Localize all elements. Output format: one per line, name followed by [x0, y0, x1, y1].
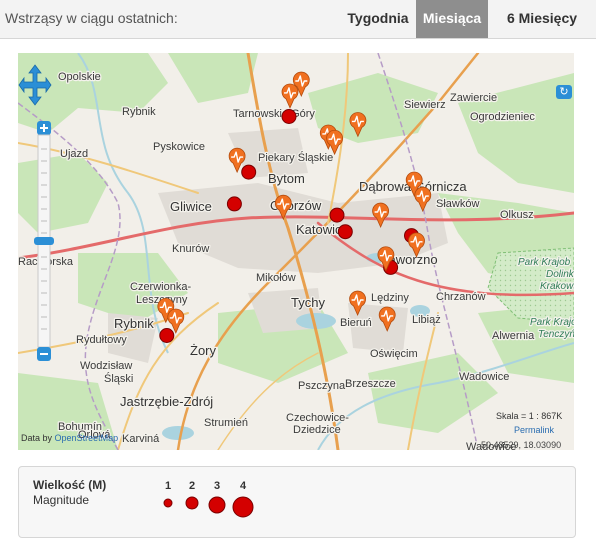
quake-circle-2[interactable] [241, 164, 257, 180]
place-brzeszcze: Brzeszcze [345, 378, 396, 390]
place-karvina: Karviná [122, 433, 160, 445]
period-header: Wstrząsy w ciągu ostatnich: Tygodnia Mie… [0, 0, 596, 39]
place-rydultowy: Rydułtowy [76, 334, 127, 346]
quake-circle-5[interactable] [337, 224, 353, 240]
place-gliwice: Gliwice [170, 199, 212, 214]
tab-6-months[interactable]: 6 Miesięcy [488, 0, 596, 38]
legend-scale: 1 2 3 4 [163, 480, 254, 518]
osm-link[interactable]: OpenStreetMap [55, 433, 119, 443]
place-bierun: Bieruń [340, 317, 372, 329]
quake-circle-8[interactable] [159, 328, 175, 343]
place-mikolow: Mikołów [256, 272, 296, 284]
legend-circle-2 [185, 496, 199, 510]
place-piekary: Piekary Śląskie [258, 151, 333, 164]
place-libiaz: Libiąż [412, 314, 441, 326]
permalink-link[interactable]: Permalink [514, 425, 554, 435]
place-siewierz: Siewierz [404, 99, 446, 111]
quake-circle-3[interactable] [226, 196, 242, 212]
place-alwernia: Alwernia [492, 330, 535, 342]
period-label: Wstrząsy w ciągu ostatnich: [5, 10, 178, 26]
place-knurow: Knurów [172, 243, 209, 255]
legend-circle-4 [232, 496, 254, 518]
place-krakowskie: Krakowskie [540, 281, 574, 292]
place-rybnik: Rybnik [114, 316, 154, 331]
place-czechowice: Czechowice- [286, 412, 349, 424]
place-strumien: Strumień [204, 417, 248, 429]
place-tenczynski: Tenczyński [538, 329, 574, 340]
tab-month[interactable]: Miesiąca [416, 0, 488, 38]
place-tychy: Tychy [291, 295, 325, 310]
quake-circle-4[interactable] [329, 207, 345, 223]
legend-circle-3 [208, 496, 226, 514]
legend-subtitle: Magnitude [33, 493, 90, 507]
quake-circle-1[interactable] [281, 109, 297, 124]
place-zawiercie: Zawiercie [450, 92, 497, 104]
place-park-krajob: Park Krajob [518, 257, 571, 268]
place-jastrzebie: Jastrzębie-Zdrój [120, 394, 213, 409]
legend-level-4: 4 [240, 480, 247, 492]
place-park-krajob-2: Park Krajob [530, 317, 574, 328]
place-olkusz: Olkusz [500, 209, 534, 221]
place-ujazd: Ujazd [60, 148, 88, 160]
place-wodzislaw-2: Śląski [104, 372, 133, 385]
place-bytom: Bytom [268, 171, 305, 186]
place-pyskowice: Pyskowice [153, 141, 205, 153]
refresh-icon[interactable]: ↻ [556, 85, 572, 99]
magnitude-legend: Wielkość (M) Magnitude 1 2 3 4 [18, 466, 576, 538]
place-ledziny: Lędziny [371, 292, 409, 304]
place-wadowice-area: Wadowice [459, 371, 509, 383]
zoom-slider-handle[interactable] [34, 237, 54, 245]
place-chrzanow: Chrzanów [436, 291, 486, 303]
legend-level-1: 1 [165, 480, 171, 492]
place-oswiecim: Oświęcim [370, 348, 418, 360]
place-dziedzice: Dziedzice [293, 424, 341, 436]
legend-circle-1 [163, 498, 173, 508]
place-zory: Żory [190, 343, 217, 358]
place-wodzislaw: Wodzisław [80, 360, 132, 372]
pan-arrows-icon[interactable] [18, 63, 52, 107]
map-attribution: Data by OpenStreetMap [21, 433, 118, 443]
zoom-control[interactable] [34, 121, 54, 361]
place-rybnik-county: Rybnik [122, 106, 156, 118]
legend-title: Wielkość (M) [33, 478, 107, 492]
place-tarnowskie-gory: Tarnowskie Góry [233, 108, 315, 120]
map-canvas[interactable]: Opolskie Rybnik Tarnowskie Góry Piekary … [18, 53, 574, 450]
place-czerwionka: Czerwionka- [130, 281, 191, 293]
place-ogrodzieniec: Ogrodzieniec [470, 111, 535, 123]
place-pszczyna: Pszczyna [298, 380, 346, 392]
tab-week[interactable]: Tygodnia [340, 0, 416, 38]
map-scale: Skala = 1 : 867K [496, 411, 563, 421]
legend-level-3: 3 [214, 480, 220, 492]
attribution-prefix: Data by [21, 433, 53, 443]
place-opolskie: Opolskie [58, 71, 101, 83]
cursor-coordinates: 50.48529, 18.03090 [481, 440, 562, 450]
place-slawkow: Sławków [436, 198, 479, 210]
map-view[interactable]: Opolskie Rybnik Tarnowskie Góry Piekary … [18, 53, 574, 450]
place-dolinki: Dolinki [546, 269, 574, 280]
legend-level-2: 2 [189, 480, 195, 492]
